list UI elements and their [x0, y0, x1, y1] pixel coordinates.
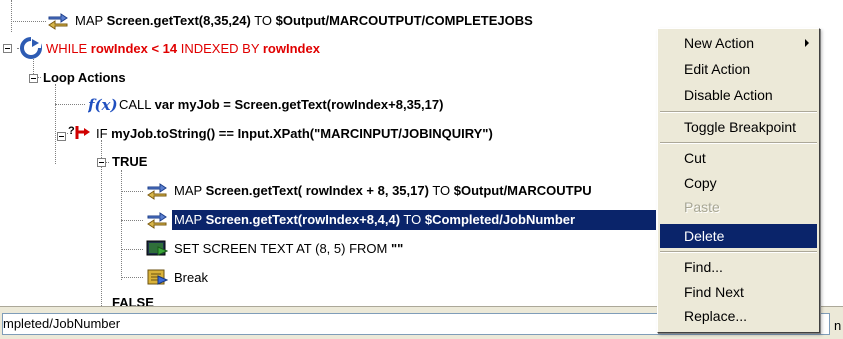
row-label: FALSE [110, 293, 156, 306]
row-label-segment: Loop Actions [43, 70, 126, 85]
break-icon [146, 267, 169, 287]
row-label-segment: Break [174, 270, 208, 285]
menu-separator [660, 111, 817, 113]
menu-item-label: Delete [684, 228, 725, 244]
menu-item-edit-action[interactable]: Edit Action [660, 57, 817, 81]
row-label: CALL var myJob = Screen.getText(rowIndex… [117, 95, 445, 115]
menu-item-label: Edit Action [684, 61, 751, 77]
row-label-segment: Screen.getText(8,35,24) [106, 13, 251, 28]
loop-arrow-icon [20, 37, 42, 59]
tree-row[interactable]: SET SCREEN TEXT AT (8, 5) FROM "" [172, 238, 405, 260]
context-menu[interactable]: New Action Edit Action Disable Action To… [657, 28, 820, 333]
menu-item-label: New Action [684, 35, 755, 51]
row-label-segment: Screen.getText(rowIndex+8,4,4) [205, 212, 401, 227]
function-icon: f(x) [87, 95, 118, 115]
menu-separator [660, 251, 817, 253]
tree-row[interactable]: MAP Screen.getText(8,35,24) TO $Output/M… [73, 10, 535, 32]
row-label: TRUE [110, 152, 149, 172]
map-arrows-icon [47, 11, 69, 31]
menu-item-new-action[interactable]: New Action [660, 31, 817, 55]
row-label-segment: rowIndex < 14 [90, 41, 178, 56]
collapse-toggle-icon[interactable] [29, 74, 38, 83]
tree-row-selected[interactable]: MAP Screen.getText(rowIndex+8,4,4) TO $C… [172, 209, 656, 231]
tree-row[interactable]: CALL var myJob = Screen.getText(rowIndex… [117, 94, 445, 116]
collapse-toggle-icon[interactable] [57, 132, 66, 141]
row-label-segment: MAP [174, 183, 206, 198]
screen-text-icon [146, 239, 169, 259]
tree-row[interactable]: WHILE rowIndex < 14 INDEXED BY rowIndex [44, 38, 322, 60]
row-label-segment: $Output/MARCOUTPUT/COMPLETEJOBS [275, 13, 533, 28]
menu-item-label: Disable Action [684, 87, 773, 103]
row-label-segment: Screen.getText( rowIndex + 8, 35,17) [205, 183, 429, 198]
tree-row[interactable]: IF myJob.toString() == Input.XPath("MARC… [94, 123, 495, 145]
svg-text:?: ? [68, 125, 75, 137]
row-label-segment: MAP [75, 13, 107, 28]
tree-row[interactable]: FALSE [110, 292, 156, 306]
row-label: Loop Actions [41, 68, 128, 88]
row-label: SET SCREEN TEXT AT (8, 5) FROM "" [172, 239, 405, 259]
row-label: WHILE rowIndex < 14 INDEXED BY rowIndex [44, 39, 322, 59]
menu-item-label: Toggle Breakpoint [684, 119, 797, 135]
menu-separator [660, 142, 817, 144]
menu-item-find[interactable]: Find... [660, 255, 817, 279]
tree-row[interactable]: TRUE [110, 151, 149, 173]
row-label-segment: var myJob = Screen.getText(rowIndex+8,35… [154, 97, 444, 112]
svg-text:f(x): f(x) [88, 96, 118, 114]
row-label-segment: TO [250, 13, 276, 28]
row-label: Break [172, 268, 210, 288]
row-label-segment: IF [96, 126, 112, 141]
menu-item-label: Copy [684, 175, 717, 191]
row-label-segment: SET SCREEN TEXT AT (8, 5) FROM [174, 241, 391, 256]
row-label: MAP Screen.getText(8,35,24) TO $Output/M… [73, 11, 535, 31]
row-label-segment: CALL [119, 97, 155, 112]
row-label-segment: myJob.toString() == Input.XPath("MARCINP… [111, 126, 493, 141]
row-label: MAP Screen.getText(rowIndex+8,4,4) TO $C… [172, 210, 656, 230]
submenu-arrow-icon [805, 39, 809, 47]
menu-item-delete[interactable]: Delete [660, 224, 817, 248]
row-label: MAP Screen.getText( rowIndex + 8, 35,17)… [172, 181, 594, 201]
menu-item-copy[interactable]: Copy [660, 171, 817, 195]
menu-item-label: Replace... [684, 308, 748, 324]
row-label-segment: $Completed/JobNumber [424, 212, 576, 227]
menu-item-cut[interactable]: Cut [660, 146, 817, 170]
menu-item-toggle-breakpoint[interactable]: Toggle Breakpoint [660, 115, 817, 139]
collapse-toggle-icon[interactable] [97, 158, 106, 167]
row-label-segment: $Output/MARCOUTPU [453, 183, 592, 198]
row-label-segment: MAP [174, 212, 206, 227]
menu-item-paste[interactable]: Paste [660, 195, 817, 219]
row-label-segment: rowIndex [262, 41, 320, 56]
menu-item-disable-action[interactable]: Disable Action [660, 83, 817, 107]
row-label-segment: FALSE [112, 295, 154, 306]
menu-item-label: Find... [684, 259, 723, 275]
row-label-segment: TO [400, 212, 425, 227]
tree-row[interactable]: Loop Actions [41, 67, 128, 89]
menu-item-label: Cut [684, 150, 706, 166]
if-branch-icon: ? [68, 123, 90, 143]
menu-item-find-next[interactable]: Find Next [660, 280, 817, 304]
menu-item-label: Find Next [684, 284, 744, 300]
row-label-segment: TRUE [112, 154, 148, 169]
collapse-toggle-icon[interactable] [3, 44, 12, 53]
row-label-segment: WHILE [46, 41, 91, 56]
menu-item-label: Paste [684, 199, 720, 215]
row-label-segment: INDEXED BY [177, 41, 263, 56]
status-right-char: n [834, 318, 842, 333]
row-label: IF myJob.toString() == Input.XPath("MARC… [94, 124, 495, 144]
tree-row[interactable]: Break [172, 267, 210, 289]
tree-row[interactable]: MAP Screen.getText( rowIndex + 8, 35,17)… [172, 180, 594, 202]
map-arrows-icon [146, 210, 168, 230]
row-label-segment: "" [390, 241, 404, 256]
row-label-segment: TO [428, 183, 454, 198]
menu-item-replace[interactable]: Replace... [660, 304, 817, 328]
map-arrows-icon [146, 181, 168, 201]
